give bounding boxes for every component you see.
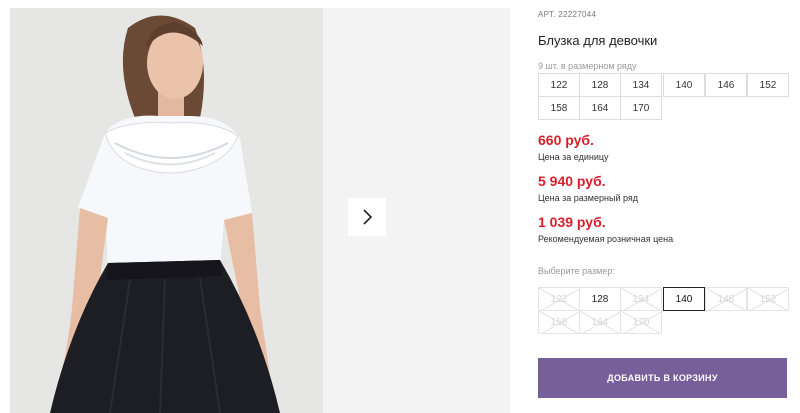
size-option-unavailable: 122 xyxy=(538,287,580,311)
size-row-cell: 128 xyxy=(579,73,621,97)
size-row-price: 5 940 руб. xyxy=(538,173,606,189)
article-number: АРТ. 22227044 xyxy=(538,10,596,19)
gallery-next-button[interactable] xyxy=(348,198,386,236)
size-option-label: 170 xyxy=(632,316,650,328)
chevron-right-icon xyxy=(363,209,373,225)
size-option-unavailable: 158 xyxy=(538,310,580,334)
size-row-price-label: Цена за размерный ряд xyxy=(538,193,639,203)
add-to-cart-button[interactable]: ДОБАВИТЬ В КОРЗИНУ xyxy=(538,358,787,398)
size-row-cell: 170 xyxy=(620,96,662,120)
product-gallery xyxy=(0,0,510,413)
size-option-label: 164 xyxy=(591,316,609,328)
size-option-unavailable: 134 xyxy=(620,287,662,311)
article-value: 22227044 xyxy=(558,10,597,19)
product-title: Блузка для девочки xyxy=(538,33,658,48)
size-option-label: 134 xyxy=(632,293,650,305)
size-row-cell: 122 xyxy=(538,73,580,97)
retail-price: 1 039 руб. xyxy=(538,214,606,230)
size-row-cell: 140 xyxy=(663,73,705,97)
girl-blouse-photo xyxy=(10,8,323,413)
size-option-label: 158 xyxy=(550,316,568,328)
size-option-label: 128 xyxy=(591,293,609,305)
size-option-label: 122 xyxy=(550,293,568,305)
retail-price-label: Рекомендуемая розничная цена xyxy=(538,234,674,244)
unit-price: 660 руб. xyxy=(538,132,594,148)
size-option-selected[interactable]: 140 xyxy=(663,287,705,311)
size-row-cell: 152 xyxy=(747,73,789,97)
size-row-cell: 146 xyxy=(705,73,747,97)
size-option-label: 146 xyxy=(717,293,735,305)
size-option-label: 140 xyxy=(675,293,693,305)
product-photo xyxy=(10,8,323,413)
size-row-note: 9 шт. в размерном ряду xyxy=(538,61,637,71)
size-option-unavailable: 152 xyxy=(747,287,789,311)
size-option-label: 152 xyxy=(759,293,777,305)
size-option-unavailable: 164 xyxy=(579,310,621,334)
size-option-unavailable: 146 xyxy=(705,287,747,311)
size-option[interactable]: 128 xyxy=(579,287,621,311)
unit-price-label: Цена за единицу xyxy=(538,152,609,162)
size-option-unavailable: 170 xyxy=(620,310,662,334)
choose-size-label: Выберите размер: xyxy=(538,266,615,276)
article-prefix: АРТ. xyxy=(538,10,556,19)
size-row-cell: 164 xyxy=(579,96,621,120)
size-row-cell: 134 xyxy=(620,73,662,97)
size-row-cell: 158 xyxy=(538,96,580,120)
